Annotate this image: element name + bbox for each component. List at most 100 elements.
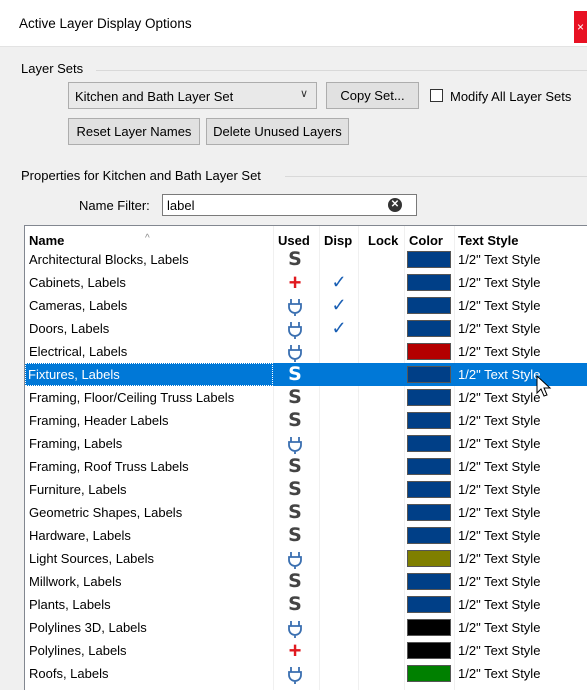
column-header-disp[interactable]: Disp	[324, 233, 352, 248]
color-swatch[interactable]	[407, 458, 451, 475]
text-style[interactable]: 1/2" Text Style	[458, 501, 587, 524]
disp-cell[interactable]	[320, 386, 358, 409]
text-style[interactable]: 1/2" Text Style	[458, 386, 587, 409]
color-swatch[interactable]	[407, 527, 451, 544]
color-swatch[interactable]	[407, 504, 451, 521]
layers-table[interactable]: Name ^ Used Disp Lock Color Text Style A…	[24, 225, 587, 690]
disp-cell[interactable]	[320, 248, 358, 271]
text-style[interactable]: 1/2" Text Style	[458, 524, 587, 547]
used-s-icon[interactable]: S	[273, 478, 317, 501]
text-style[interactable]: 1/2" Text Style	[458, 294, 587, 317]
used-plug-icon[interactable]	[273, 294, 317, 317]
disp-cell[interactable]	[320, 363, 358, 386]
disp-cell[interactable]	[320, 639, 358, 662]
color-swatch[interactable]	[407, 343, 451, 360]
text-style[interactable]: 1/2" Text Style	[458, 455, 587, 478]
color-swatch[interactable]	[407, 389, 451, 406]
used-s-icon[interactable]: S	[273, 363, 317, 386]
text-style[interactable]: 1/2" Text Style	[458, 639, 587, 662]
text-style[interactable]: 1/2" Text Style	[458, 478, 587, 501]
table-row[interactable]: Framing, Labels 1/2" Text Style	[25, 432, 587, 455]
used-s-icon[interactable]: S	[273, 501, 317, 524]
table-row[interactable]: Architectural Blocks, Labels S 1/2" Text S…	[25, 248, 587, 271]
disp-cell[interactable]	[320, 616, 358, 639]
table-row[interactable]: Roofs, Labels 1/2" Text Style	[25, 662, 587, 685]
color-swatch[interactable]	[407, 665, 451, 682]
column-header-text-style[interactable]: Text Style	[458, 233, 518, 248]
used-plug-icon[interactable]	[273, 432, 317, 455]
color-swatch[interactable]	[407, 596, 451, 613]
table-row[interactable]: Hardware, Labels S 1/2" Text Style	[25, 524, 587, 547]
color-swatch[interactable]	[407, 274, 451, 291]
used-plug-icon[interactable]	[273, 317, 317, 340]
table-row[interactable]: Framing, Roof Truss Labels S 1/2" Text Sty…	[25, 455, 587, 478]
used-plug-icon[interactable]	[273, 340, 317, 363]
text-style[interactable]: 1/2" Text Style	[458, 340, 587, 363]
color-swatch[interactable]	[407, 366, 451, 383]
color-swatch[interactable]	[407, 550, 451, 567]
checkmark-icon[interactable]: ✓	[320, 271, 358, 294]
color-swatch[interactable]	[407, 573, 451, 590]
used-s-icon[interactable]: S	[273, 409, 317, 432]
text-style[interactable]: 1/2" Text Style	[458, 317, 587, 340]
table-row[interactable]: Fixtures, Labels S 1/2" Text Style	[25, 363, 587, 386]
text-style[interactable]: 1/2" Text Style	[458, 409, 587, 432]
close-icon[interactable]: ×	[574, 11, 587, 43]
used-s-icon[interactable]: S	[273, 524, 317, 547]
table-row[interactable]: Cabinets, Labels + ✓ 1/2" Text Style	[25, 271, 587, 294]
used-s-icon[interactable]: S	[273, 593, 317, 616]
disp-cell[interactable]	[320, 662, 358, 685]
used-s-icon[interactable]: S	[273, 386, 317, 409]
color-swatch[interactable]	[407, 320, 451, 337]
text-style[interactable]: 1/2" Text Style	[458, 570, 587, 593]
text-style[interactable]: 1/2" Text Style	[458, 616, 587, 639]
color-swatch[interactable]	[407, 251, 451, 268]
checkmark-icon[interactable]: ✓	[320, 294, 358, 317]
table-row[interactable]: Light Sources, Labels 1/2" Text Style	[25, 547, 587, 570]
table-row[interactable]: Furniture, Labels S 1/2" Text Style	[25, 478, 587, 501]
disp-cell[interactable]	[320, 524, 358, 547]
used-plug-icon[interactable]	[273, 662, 317, 685]
modify-all-checkbox[interactable]	[430, 89, 443, 102]
table-row[interactable]: Framing, Header Labels S 1/2" Text Style	[25, 409, 587, 432]
color-swatch[interactable]	[407, 412, 451, 429]
table-row[interactable]: Geometric Shapes, Labels S 1/2" Text Style	[25, 501, 587, 524]
table-row[interactable]: Electrical, Labels 1/2" Text Style	[25, 340, 587, 363]
column-header-used[interactable]: Used	[278, 233, 310, 248]
table-row[interactable]: Plants, Labels S 1/2" Text Style	[25, 593, 587, 616]
disp-cell[interactable]	[320, 340, 358, 363]
table-row[interactable]: Framing, Floor/Ceiling Truss Labels S 1/2"…	[25, 386, 587, 409]
text-style[interactable]: 1/2" Text Style	[458, 271, 587, 294]
used-s-icon[interactable]: S	[273, 570, 317, 593]
color-swatch[interactable]	[407, 619, 451, 636]
column-header-name[interactable]: Name	[29, 233, 64, 248]
text-style[interactable]: 1/2" Text Style	[458, 432, 587, 455]
disp-cell[interactable]	[320, 478, 358, 501]
delete-unused-layers-button[interactable]: Delete Unused Layers	[206, 118, 349, 145]
color-swatch[interactable]	[407, 642, 451, 659]
layer-set-dropdown[interactable]: Kitchen and Bath Layer Set ∨	[68, 82, 317, 109]
table-row[interactable]: Cameras, Labels ✓ 1/2" Text Style	[25, 294, 587, 317]
color-swatch[interactable]	[407, 297, 451, 314]
used-s-icon[interactable]: S	[273, 455, 317, 478]
disp-cell[interactable]	[320, 547, 358, 570]
disp-cell[interactable]	[320, 455, 358, 478]
disp-cell[interactable]	[320, 593, 358, 616]
disp-cell[interactable]	[320, 432, 358, 455]
copy-set-button[interactable]: Copy Set...	[326, 82, 419, 109]
column-header-color[interactable]: Color	[409, 233, 443, 248]
used-plus-icon[interactable]: +	[273, 639, 317, 662]
table-row[interactable]: Polylines, Labels +1/2" Text Style	[25, 639, 587, 662]
text-style[interactable]: 1/2" Text Style	[458, 547, 587, 570]
text-style[interactable]: 1/2" Text Style	[458, 248, 587, 271]
disp-cell[interactable]	[320, 501, 358, 524]
used-s-icon[interactable]: S	[273, 248, 317, 271]
table-row[interactable]: Polylines 3D, Labels 1/2" Text Style	[25, 616, 587, 639]
reset-layer-names-button[interactable]: Reset Layer Names	[68, 118, 200, 145]
disp-cell[interactable]	[320, 409, 358, 432]
column-header-lock[interactable]: Lock	[368, 233, 398, 248]
checkmark-icon[interactable]: ✓	[320, 317, 358, 340]
text-style[interactable]: 1/2" Text Style	[458, 363, 587, 386]
used-plus-icon[interactable]: +	[273, 271, 317, 294]
name-filter-input[interactable]: label ✕	[162, 194, 417, 216]
